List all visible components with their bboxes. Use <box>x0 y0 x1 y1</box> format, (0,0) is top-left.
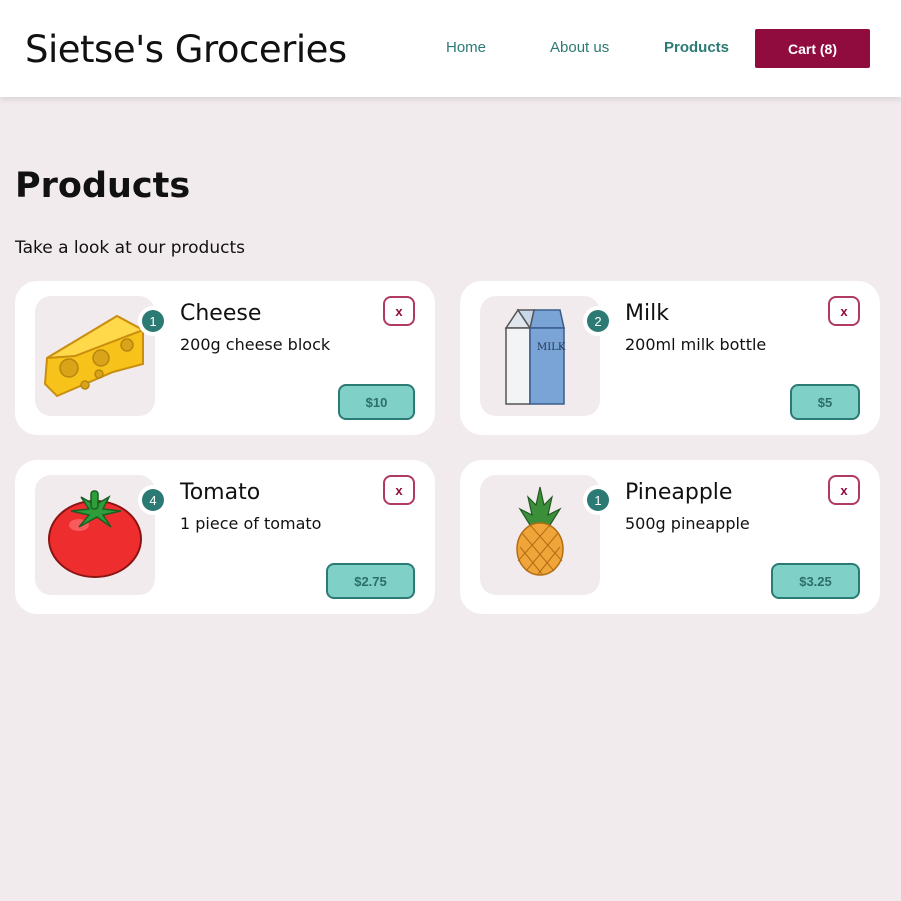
product-description: 200ml milk bottle <box>625 335 767 354</box>
product-name: Tomato <box>180 480 261 505</box>
quantity-value: 2 <box>587 310 609 332</box>
product-card-pineapple: 1 Pineapple 500g pineapple x $3.25 <box>460 460 880 614</box>
milk-carton-image: MILK <box>504 308 566 405</box>
remove-button[interactable]: x <box>383 475 415 505</box>
product-description: 500g pineapple <box>625 514 750 533</box>
nav-home-link[interactable]: Home <box>446 39 486 56</box>
product-image-container <box>480 475 600 595</box>
product-card-tomato: 4 Tomato 1 piece of tomato x $2.75 <box>15 460 435 614</box>
remove-button[interactable]: x <box>828 475 860 505</box>
product-image-container <box>35 296 155 416</box>
quantity-badge: 2 <box>583 306 613 336</box>
site-header: Sietse's Groceries Home About us Product… <box>0 0 901 97</box>
product-image-container <box>35 475 155 595</box>
page-title: Products <box>15 166 191 206</box>
pineapple-image <box>516 486 564 576</box>
price-button[interactable]: $3.25 <box>771 563 860 599</box>
tomato-image <box>48 490 142 578</box>
price-button[interactable]: $5 <box>790 384 860 420</box>
product-card-cheese: 1 Cheese 200g cheese block x $10 <box>15 281 435 435</box>
product-description: 1 piece of tomato <box>180 514 322 533</box>
quantity-badge: 1 <box>138 306 168 336</box>
remove-button[interactable]: x <box>383 296 415 326</box>
product-image-container: MILK <box>480 296 600 416</box>
product-name: Milk <box>625 301 669 326</box>
cheese-image <box>43 314 146 398</box>
svg-text:MILK: MILK <box>537 342 566 353</box>
nav-products-link[interactable]: Products <box>664 39 729 56</box>
product-name: Pineapple <box>625 480 733 505</box>
page-subtitle: Take a look at our products <box>15 238 245 258</box>
product-name: Cheese <box>180 301 262 326</box>
quantity-value: 1 <box>587 489 609 511</box>
product-description: 200g cheese block <box>180 335 331 354</box>
quantity-value: 4 <box>142 489 164 511</box>
quantity-value: 1 <box>142 310 164 332</box>
price-button[interactable]: $10 <box>338 384 415 420</box>
remove-button[interactable]: x <box>828 296 860 326</box>
quantity-badge: 4 <box>138 485 168 515</box>
nav-about-link[interactable]: About us <box>550 39 609 56</box>
price-button[interactable]: $2.75 <box>326 563 415 599</box>
quantity-badge: 1 <box>583 485 613 515</box>
product-card-milk: MILK 2 Milk 200ml milk bottle x $5 <box>460 281 880 435</box>
site-logo[interactable]: Sietse's Groceries <box>25 28 347 71</box>
cart-button[interactable]: Cart (8) <box>755 29 870 68</box>
